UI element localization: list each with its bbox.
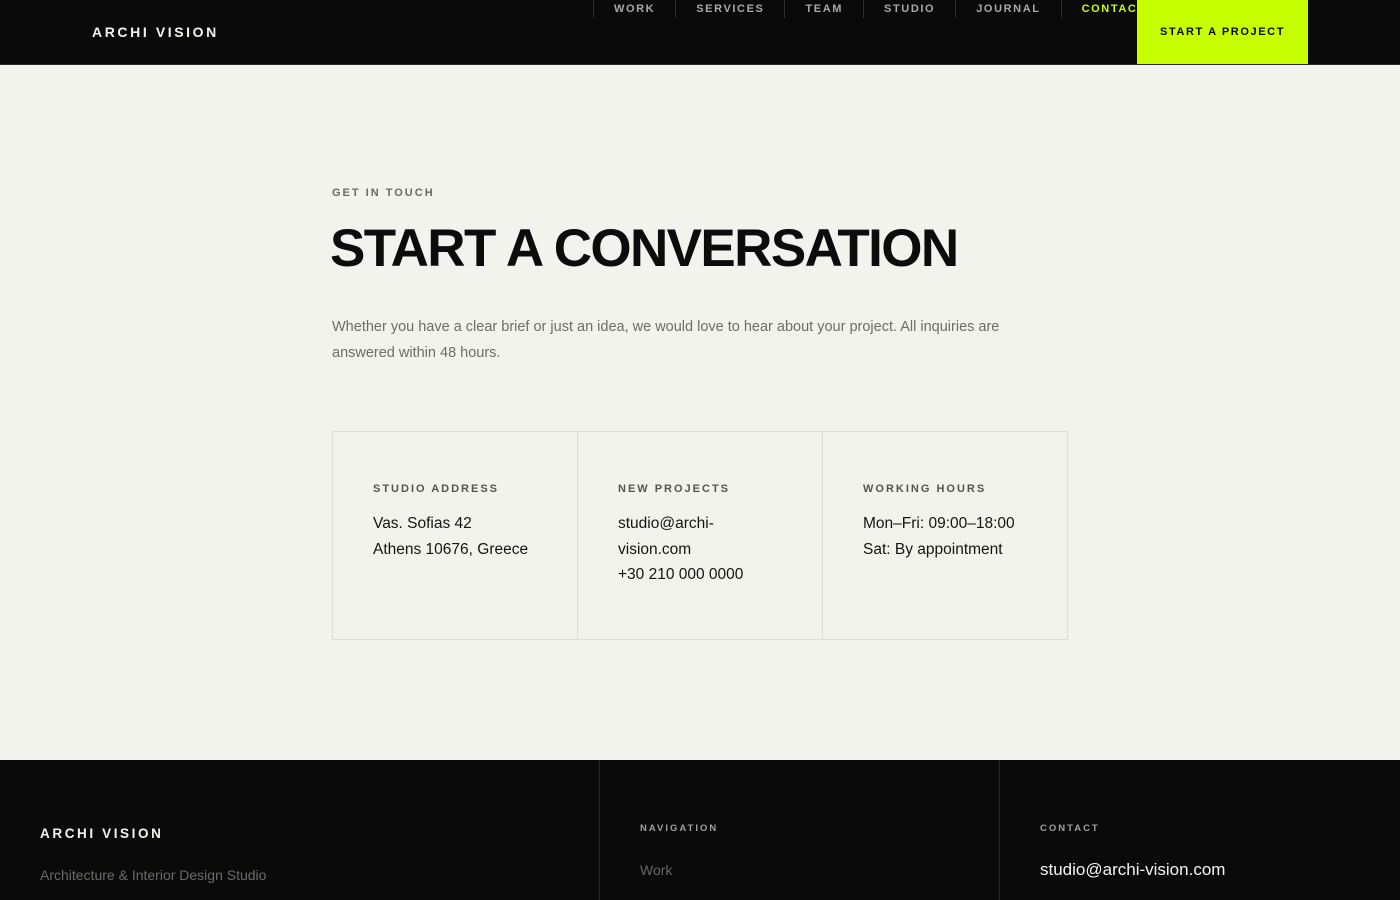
nav-item-services[interactable]: SERVICES (675, 0, 784, 18)
page-title: START A CONVERSATION (330, 219, 959, 278)
section-eyebrow: GET IN TOUCH (332, 187, 435, 199)
nav-item-journal[interactable]: JOURNAL (955, 0, 1060, 18)
hours-line: Sat: By appointment (863, 540, 1003, 558)
footer-tagline: Architecture & Interior Design Studio (40, 867, 267, 883)
nav-item-studio[interactable]: STUDIO (863, 0, 955, 18)
footer-brand-column: ARCHI VISION Architecture & Interior Des… (0, 760, 600, 900)
intro-paragraph: Whether you have a clear brief or just a… (332, 319, 1000, 361)
footer-link-work[interactable]: Work (640, 862, 672, 878)
footer-navigation-heading: NAVIGATION (640, 823, 719, 834)
email-link-part[interactable]: studio@archi- (618, 511, 782, 537)
new-projects-card: NEW PROJECTS studio@archi- vision.com +3… (578, 432, 823, 639)
footer-navigation-column: NAVIGATION Work (600, 760, 1000, 900)
footer-logo[interactable]: ARCHI VISION (40, 826, 163, 841)
card-label: WORKING HOURS (863, 483, 987, 495)
footer-email-link[interactable]: studio@archi-vision.com (1040, 860, 1225, 880)
address-line: Vas. Sofias 42 (373, 515, 472, 532)
site-logo[interactable]: ARCHI VISION (92, 24, 219, 40)
phone-link[interactable]: +30 210 000 0000 (618, 562, 782, 588)
site-footer: ARCHI VISION Architecture & Interior Des… (0, 760, 1400, 900)
card-label: STUDIO ADDRESS (373, 483, 499, 495)
hours-line: Mon–Fri: 09:00–18:00 (863, 515, 1015, 532)
card-label: NEW PROJECTS (618, 483, 731, 495)
studio-address-card: STUDIO ADDRESS Vas. Sofias 42 Athens 106… (333, 432, 578, 639)
address-line: Athens 10676, Greece (373, 540, 529, 558)
email-link-part[interactable]: vision.com (618, 537, 782, 563)
working-hours-card: WORKING HOURS Mon–Fri: 09:00–18:00 Sat: … (823, 432, 1067, 639)
main-nav: WORK SERVICES TEAM STUDIO JOURNAL CONTAC… (593, 0, 1166, 18)
nav-item-team[interactable]: TEAM (784, 0, 863, 18)
contact-info-cards: STUDIO ADDRESS Vas. Sofias 42 Athens 106… (332, 431, 1068, 640)
footer-contact-heading: CONTACT (1040, 823, 1100, 834)
nav-item-work[interactable]: WORK (593, 0, 675, 18)
start-project-button[interactable]: START A PROJECT (1137, 0, 1308, 64)
footer-contact-column: CONTACT studio@archi-vision.com (1000, 760, 1400, 900)
site-header: ARCHI VISION WORK SERVICES TEAM STUDIO J… (0, 0, 1400, 65)
